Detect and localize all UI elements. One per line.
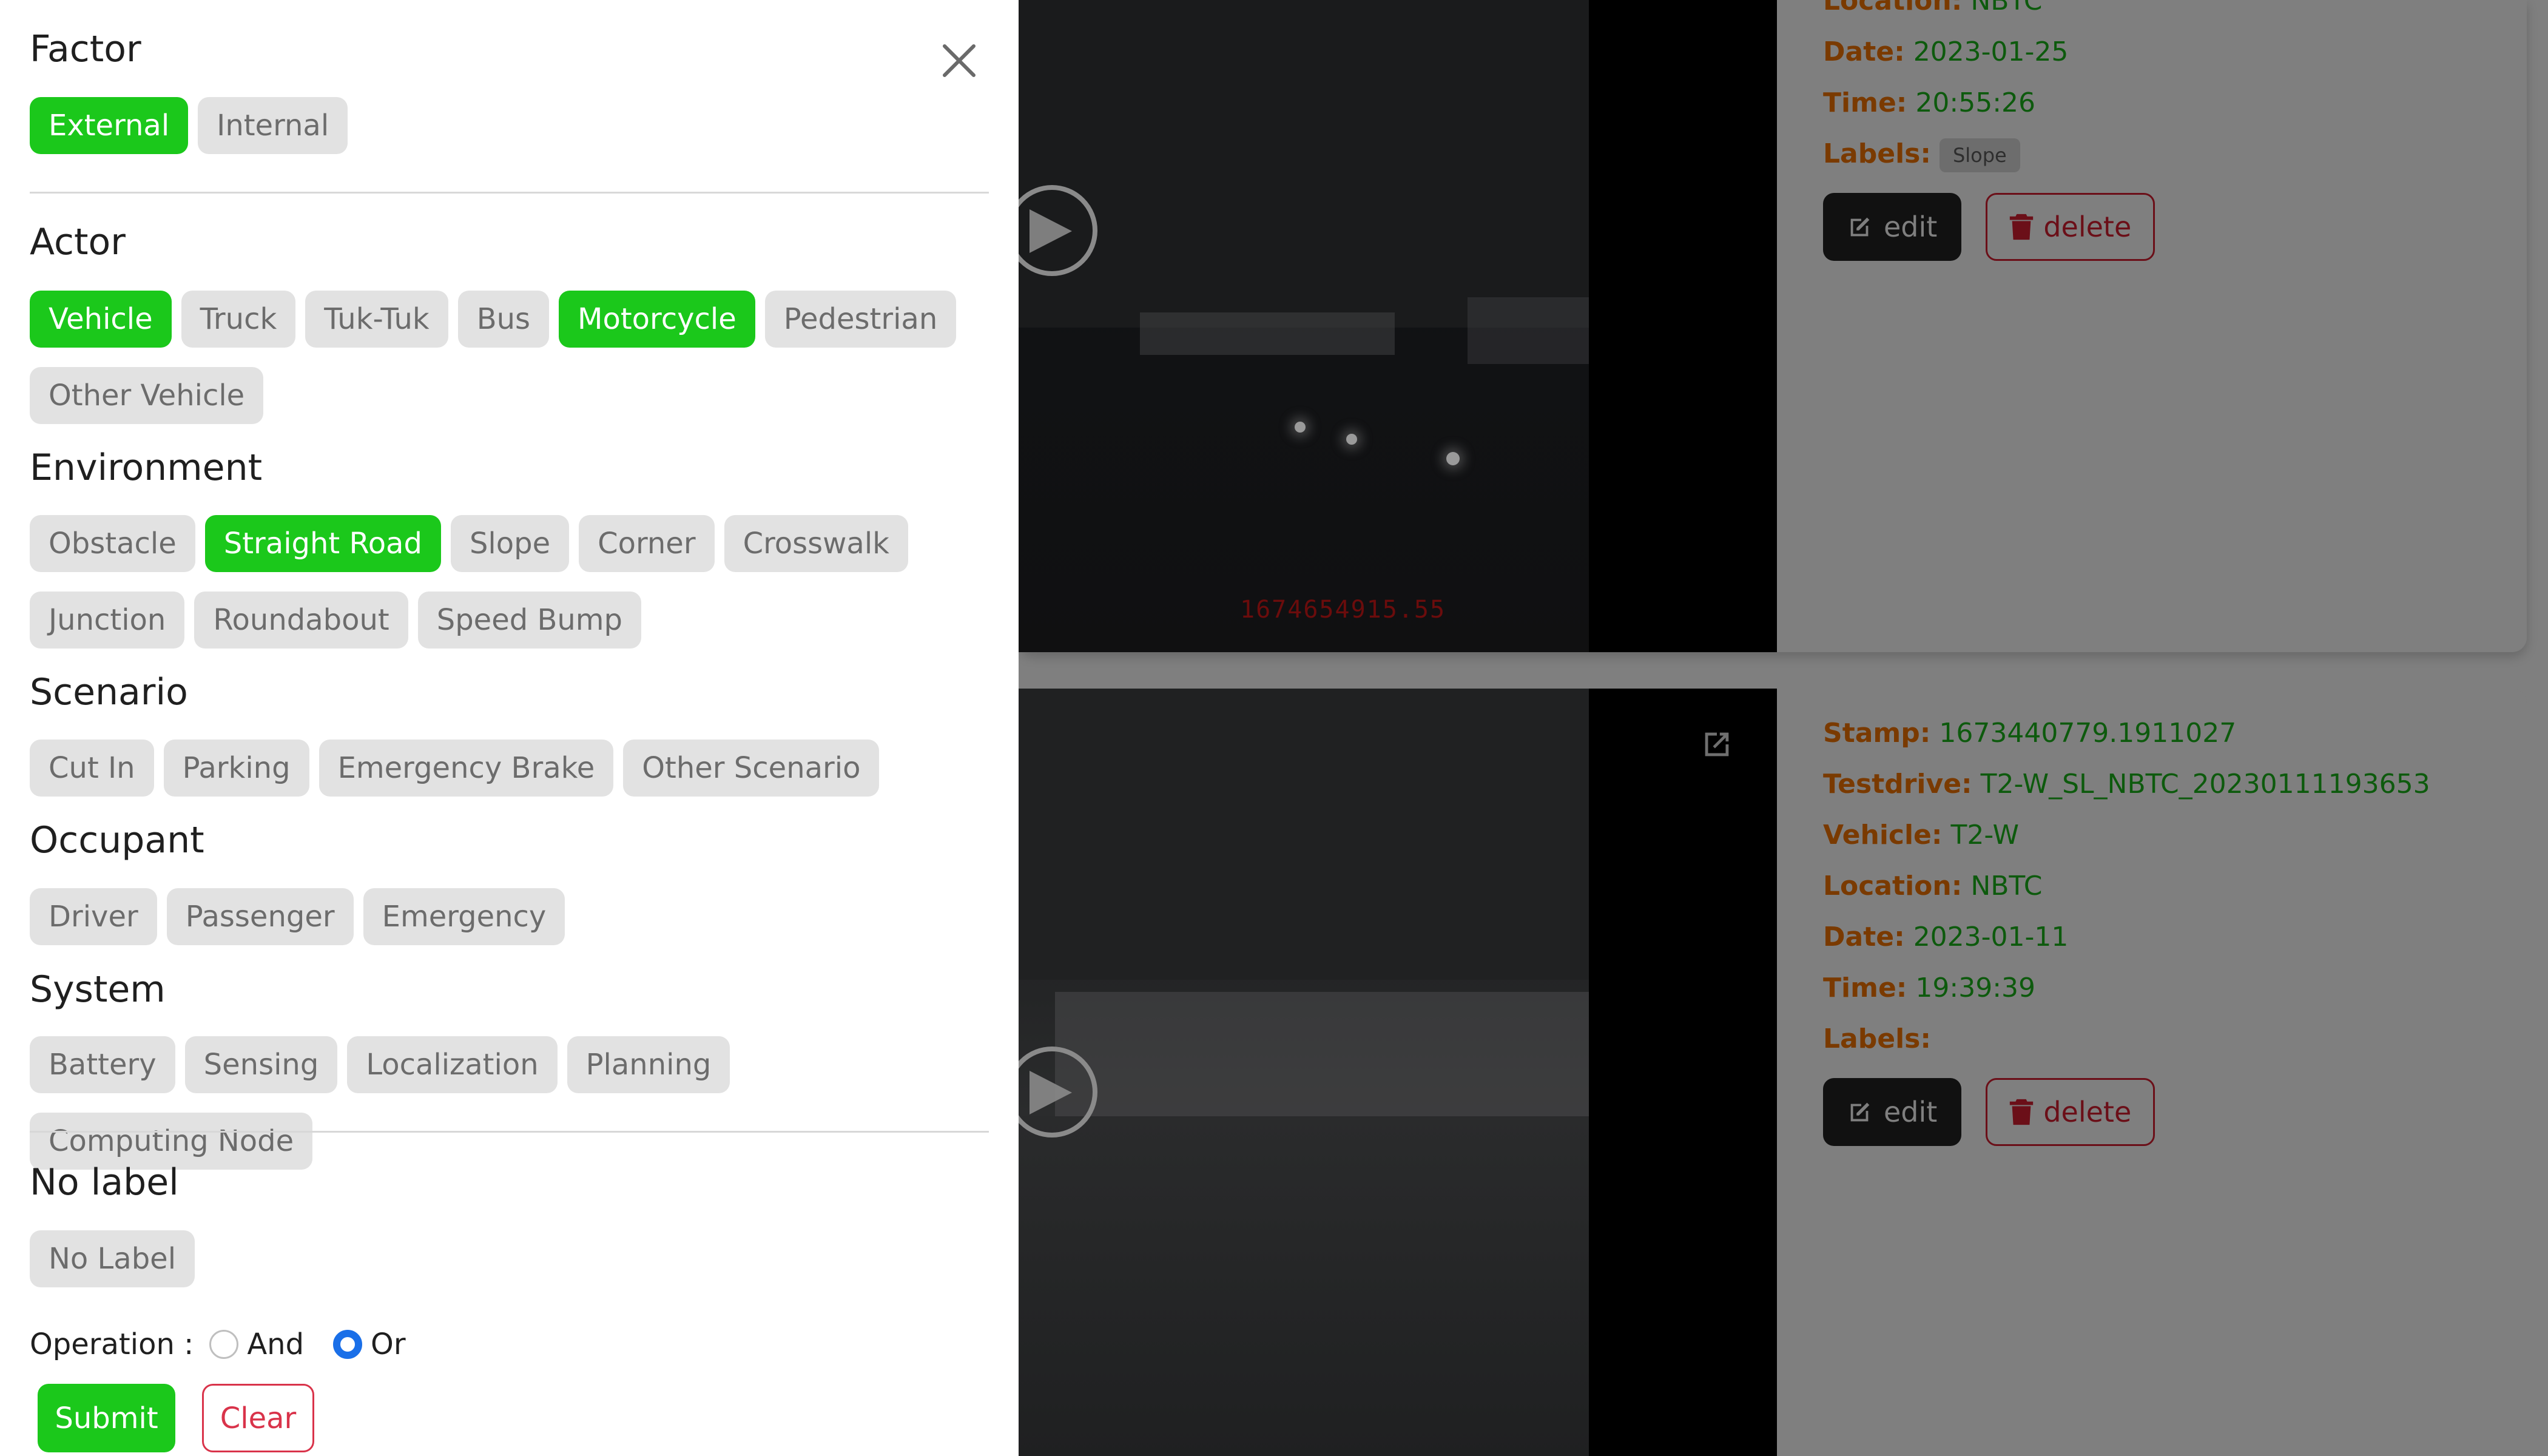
chip-group-occupant: Driver Passenger Emergency — [30, 888, 1000, 965]
chip-motorcycle[interactable]: Motorcycle — [559, 291, 755, 348]
chip-parking[interactable]: Parking — [163, 740, 309, 797]
close-icon[interactable] — [937, 39, 981, 83]
operation-and-label[interactable]: And — [247, 1327, 304, 1361]
section-title-no-label: No label — [30, 1161, 179, 1204]
section-title-scenario: Scenario — [30, 671, 188, 713]
record-details: Stamp: 1673440779.1911027 Testdrive: T2-W_… — [1823, 708, 2430, 1146]
record-field-time: Time: 19:39:39 — [1823, 972, 2036, 1003]
video-timestamp: 1674654915.55 — [1240, 596, 1446, 624]
chip-group-scenario: Cut In Parking Emergency Brake Other Scenar… — [30, 740, 1000, 816]
trash-icon — [2010, 214, 2034, 240]
clear-button[interactable]: Clear — [202, 1384, 314, 1452]
chip-other-vehicle[interactable]: Other Vehicle — [30, 367, 264, 424]
record-field-vehicle: Vehicle: T2-W — [1823, 820, 2019, 851]
chip-localization[interactable]: Localization — [347, 1036, 558, 1093]
operation-label: Operation : — [30, 1327, 194, 1361]
chip-truck[interactable]: Truck — [181, 291, 296, 348]
edit-icon — [1850, 1102, 1870, 1122]
divider — [30, 1131, 989, 1133]
chip-bus[interactable]: Bus — [457, 291, 550, 348]
record-field-date: Date: 2023-01-25 — [1823, 36, 2069, 67]
chip-internal[interactable]: Internal — [198, 97, 348, 154]
chip-corner[interactable]: Corner — [579, 515, 715, 572]
delete-button[interactable]: delete — [1986, 1078, 2155, 1146]
operation-row: Operation : And Or — [30, 1327, 406, 1361]
chip-emergency[interactable]: Emergency — [363, 888, 565, 945]
section-title-actor: Actor — [30, 221, 126, 263]
chip-passenger[interactable]: Passenger — [166, 888, 354, 945]
record-card: Stamp: 1673440779.1911027 Testdrive: T2-W_… — [1019, 689, 2527, 1456]
chip-group-factor: External Internal — [30, 97, 1000, 174]
video-frame: 1674654915.55 — [1019, 0, 1589, 652]
chip-roundabout[interactable]: Roundabout — [194, 592, 408, 649]
chip-external[interactable]: External — [30, 97, 189, 154]
section-title-system: System — [30, 968, 166, 1011]
chip-planning[interactable]: Planning — [567, 1036, 730, 1093]
record-field-labels: Labels: — [1823, 1023, 1931, 1054]
delete-button[interactable]: delete — [1986, 193, 2155, 261]
record-field-time: Time: 20:55:26 — [1823, 87, 2036, 118]
chip-cut-in[interactable]: Cut In — [30, 740, 154, 797]
section-title-environment: Environment — [30, 447, 263, 489]
record-card: 1674654915.55 Location: NBTC Date: 2023-01… — [1019, 0, 2527, 652]
section-title-occupant: Occupant — [30, 819, 204, 861]
filter-panel: Factor External Internal Actor Vehicle Tru… — [0, 0, 1019, 1456]
operation-or-radio[interactable] — [333, 1330, 363, 1359]
video-player[interactable]: 1674654915.55 — [1019, 0, 1777, 652]
record-field-testdrive: Testdrive: T2-W_SL_NBTC_20230111193653 — [1823, 769, 2430, 800]
operation-and-radio[interactable] — [209, 1330, 239, 1359]
external-link-icon[interactable] — [1699, 727, 1734, 762]
chip-straight-road[interactable]: Straight Road — [204, 515, 441, 572]
record-field-location: Location: NBTC — [1823, 871, 2043, 902]
chip-sensing[interactable]: Sensing — [184, 1036, 338, 1093]
chip-slope[interactable]: Slope — [450, 515, 570, 572]
divider — [30, 192, 989, 194]
edit-button[interactable]: edit — [1823, 193, 1962, 261]
chip-other-scenario[interactable]: Other Scenario — [623, 740, 880, 797]
chip-no-label[interactable]: No Label — [30, 1230, 195, 1287]
chip-speed-bump[interactable]: Speed Bump — [417, 592, 642, 649]
chip-group-no-label: No Label — [30, 1230, 1000, 1307]
trash-icon — [2010, 1099, 2034, 1125]
record-details: Location: NBTC Date: 2023-01-25 Time: 20:55… — [1823, 0, 2155, 261]
record-field-date: Date: 2023-01-11 — [1823, 922, 2069, 952]
chip-battery[interactable]: Battery — [30, 1036, 175, 1093]
edit-button[interactable]: edit — [1823, 1078, 1962, 1146]
record-field-labels: Labels: Slope — [1823, 129, 2155, 180]
chip-group-actor: Vehicle Truck Tuk-Tuk Bus Motorcycle Pedestri… — [30, 291, 1000, 443]
record-field-stamp: Stamp: 1673440779.1911027 — [1823, 718, 2237, 749]
label-tag: Slope — [1939, 138, 2020, 172]
video-frame — [1019, 689, 1589, 1456]
edit-icon — [1850, 217, 1870, 237]
video-player[interactable] — [1019, 689, 1777, 1456]
chip-junction[interactable]: Junction — [30, 592, 185, 649]
chip-vehicle[interactable]: Vehicle — [30, 291, 172, 348]
chip-obstacle[interactable]: Obstacle — [30, 515, 195, 572]
record-field-location: Location: NBTC — [1823, 0, 2043, 16]
chip-pedestrian[interactable]: Pedestrian — [764, 291, 957, 348]
chip-emergency-brake[interactable]: Emergency Brake — [318, 740, 614, 797]
chip-driver[interactable]: Driver — [30, 888, 157, 945]
section-title-factor: Factor — [30, 28, 141, 70]
chip-tuk-tuk[interactable]: Tuk-Tuk — [305, 291, 448, 348]
chip-group-environment: Obstacle Straight Road Slope Corner Crosswal… — [30, 515, 1000, 668]
chip-crosswalk[interactable]: Crosswalk — [724, 515, 908, 572]
submit-button[interactable]: Submit — [38, 1384, 175, 1452]
operation-or-label[interactable]: Or — [371, 1327, 406, 1361]
